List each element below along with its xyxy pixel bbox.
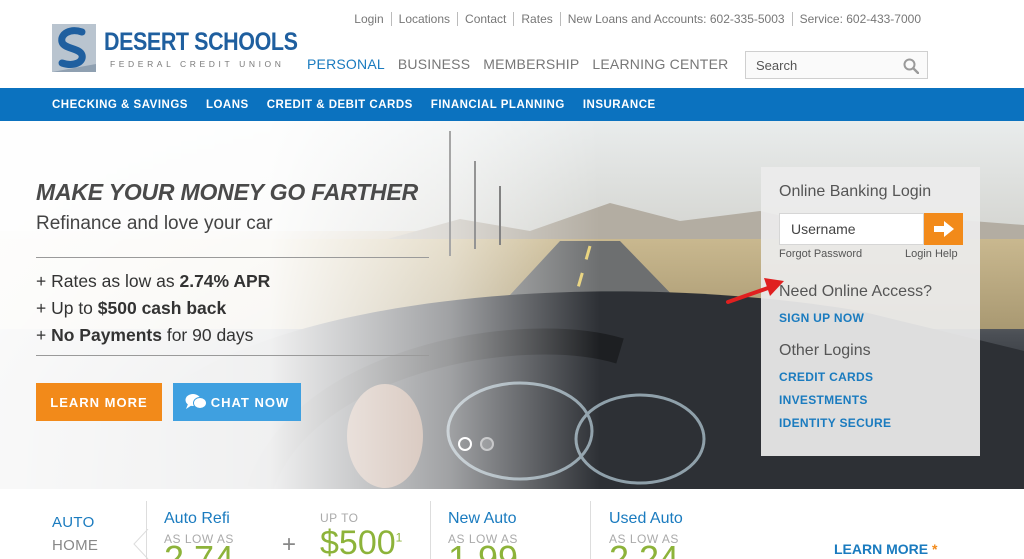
hero-bullet-rate: + Rates as low as 2.74% APR [36, 271, 271, 291]
rates-tab-auto[interactable]: AUTO [52, 514, 95, 531]
utility-new-loans-phone[interactable]: New Loans and Accounts: 602-335-5003 [559, 12, 792, 26]
hero-bullets: + Rates as low as 2.74% APR + Up to $500… [36, 268, 270, 349]
login-title: Online Banking Login [779, 183, 932, 200]
new-auto-title[interactable]: New Auto [448, 510, 516, 528]
rates-strip: AUTO HOME Auto Refi AS LOW AS 2.74%* + U… [0, 489, 1024, 559]
chevron-left-icon [133, 529, 149, 559]
new-auto-rate: 1.99%* [448, 538, 536, 559]
sign-up-now-link[interactable]: SIGN UP NOW [779, 311, 864, 325]
credit-cards-link[interactable]: CREDIT CARDS [779, 370, 873, 384]
subnav-checking-savings[interactable]: CHECKING & SAVINGS [52, 99, 188, 111]
login-help-link[interactable]: Login Help [905, 248, 958, 260]
hero-divider-top [36, 257, 429, 258]
rates-divider-2 [430, 501, 431, 559]
hero-subhead: Refinance and love your car [36, 213, 273, 234]
arrow-right-icon [933, 221, 954, 237]
online-banking-login: Online Banking Login Forgot Password Log… [761, 167, 980, 456]
chat-now-label: CHAT NOW [210, 394, 290, 410]
username-input[interactable] [779, 213, 924, 245]
subnav-credit-debit-cards[interactable]: CREDIT & DEBIT CARDS [267, 99, 413, 111]
utility-links: Login Locations Contact Rates New Loans … [347, 12, 928, 26]
used-auto-title[interactable]: Used Auto [609, 510, 683, 528]
carousel-dot-1[interactable] [458, 437, 472, 451]
rates-learn-more-link[interactable]: LEARN MORE * [834, 541, 937, 557]
main-nav: PERSONAL BUSINESS MEMBERSHIP LEARNING CE… [307, 56, 728, 72]
carousel-dots [458, 437, 494, 451]
subnav-insurance[interactable]: INSURANCE [583, 99, 656, 111]
subnav-loans[interactable]: LOANS [206, 99, 249, 111]
rates-tab-home[interactable]: HOME [52, 537, 98, 554]
brand-subtitle: FEDERAL CREDIT UNION [110, 59, 285, 69]
nav-personal[interactable]: PERSONAL [307, 56, 385, 72]
auto-refi-title[interactable]: Auto Refi [164, 510, 230, 528]
page: DESERT SCHOOLS FEDERAL CREDIT UNION Logi… [0, 0, 1024, 559]
used-auto-rate: 2.24%* [609, 538, 697, 559]
other-logins-heading: Other Logins [779, 342, 871, 359]
search-input[interactable] [746, 52, 896, 78]
brand-name: DESERT SCHOOLS [104, 28, 298, 56]
login-submit-button[interactable] [924, 213, 963, 245]
auto-refi-rate: 2.74%* [164, 538, 252, 559]
learn-more-button[interactable]: LEARN MORE [36, 383, 162, 421]
utility-rates[interactable]: Rates [513, 12, 559, 26]
logo-mark-icon [52, 24, 96, 72]
rates-divider-3 [590, 501, 591, 559]
forgot-password-link[interactable]: Forgot Password [779, 248, 862, 260]
subnav-financial-planning[interactable]: FINANCIAL PLANNING [431, 99, 565, 111]
brand-logo[interactable]: DESERT SCHOOLS FEDERAL CREDIT UNION [52, 24, 298, 74]
nav-business[interactable]: BUSINESS [398, 56, 470, 72]
annotation-arrow-icon [726, 278, 784, 304]
hero-headline: MAKE YOUR MONEY GO FARTHER [36, 179, 419, 205]
hero-divider-bottom [36, 355, 429, 356]
hero-bullet-payments: + No Payments for 90 days [36, 325, 254, 345]
rates-divider-1 [146, 501, 147, 559]
utility-login[interactable]: Login [347, 12, 390, 26]
need-access-heading: Need Online Access? [779, 283, 932, 300]
identity-secure-link[interactable]: IDENTITY SECURE [779, 416, 891, 430]
hero-bullet-cashback: + Up to $500 cash back [36, 298, 227, 318]
chat-bubble-icon [185, 394, 207, 409]
site-header: DESERT SCHOOLS FEDERAL CREDIT UNION Logi… [0, 0, 1024, 88]
rates-plus: + [282, 531, 297, 558]
chat-now-button[interactable]: CHAT NOW [173, 383, 301, 421]
utility-contact[interactable]: Contact [457, 12, 513, 26]
nav-learning-center[interactable]: LEARNING CENTER [592, 56, 728, 72]
cash-up-to: UP TO [320, 511, 359, 525]
investments-link[interactable]: INVESTMENTS [779, 393, 868, 407]
sub-nav: CHECKING & SAVINGS LOANS CREDIT & DEBIT … [0, 88, 1024, 121]
nav-membership[interactable]: MEMBERSHIP [483, 56, 579, 72]
utility-locations[interactable]: Locations [390, 12, 457, 26]
utility-service-phone[interactable]: Service: 602-433-7000 [791, 12, 928, 26]
search-box [745, 51, 928, 79]
carousel-dot-2[interactable] [480, 437, 494, 451]
search-icon[interactable] [903, 58, 919, 74]
cash-back-amount: $5001 [320, 524, 403, 559]
